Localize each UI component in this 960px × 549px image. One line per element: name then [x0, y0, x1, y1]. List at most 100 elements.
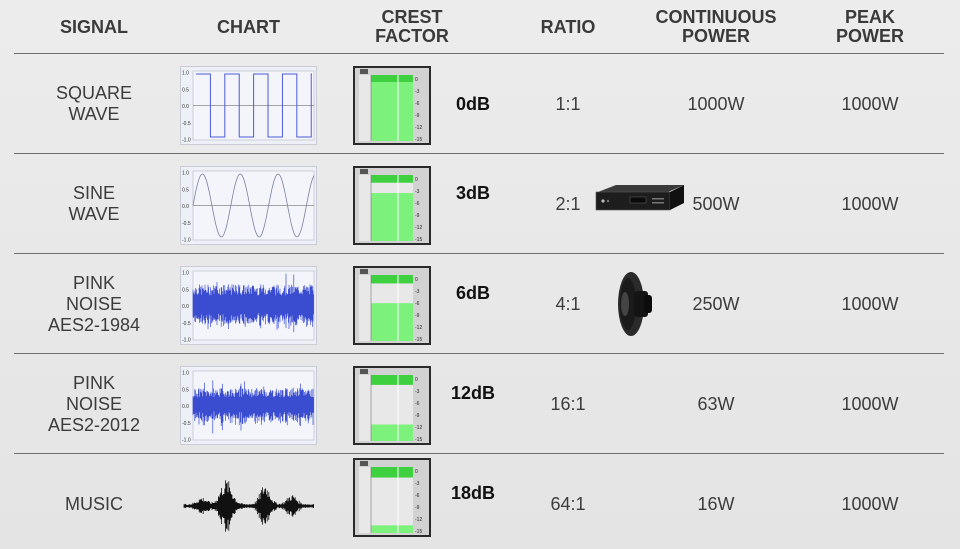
meter-level-fill: [371, 82, 413, 141]
signal-label: PINK NOISE AES2-2012: [47, 372, 141, 435]
axis-tick-label: 1.0: [182, 371, 189, 377]
axis-tick-label: 0.0: [182, 104, 189, 110]
meter-scale-label: 0: [415, 77, 418, 83]
axis-tick-label: 0.5: [182, 187, 189, 193]
meter-scale-label: -3: [415, 189, 420, 195]
table-row: SQUARE WAVE 1.0 0.5 0.0 -0.5 -1.0 0 -3 -6 -9 -12…: [0, 54, 960, 154]
peak-power-value: 1000W: [841, 493, 899, 514]
ratio-value: 4:1: [555, 293, 581, 314]
peak-power-value: 1000W: [841, 393, 899, 414]
meter-scale-label: -12: [415, 517, 422, 523]
ratio-value: 16:1: [550, 393, 586, 414]
meter-scale-label: -6: [415, 401, 420, 407]
axis-tick-label: 0.0: [182, 204, 189, 210]
crest-factor-value: 12dB: [450, 382, 495, 403]
speaker-icon: [360, 69, 368, 74]
axis-tick-label: -1.0: [182, 238, 191, 244]
axis-tick-label: -0.5: [182, 321, 191, 327]
meter-scale-label: -12: [415, 125, 422, 131]
peak-power-value: 1000W: [841, 93, 899, 114]
peak-power-value: 1000W: [841, 193, 899, 214]
speaker-icon: [360, 169, 368, 174]
meter-level-fill: [371, 525, 413, 533]
meter-scale-label: -3: [415, 89, 420, 95]
meter-scale-label: -6: [415, 201, 420, 207]
meter-scale-label: -12: [415, 225, 422, 231]
header-peak-power: PEAK POWER: [835, 7, 904, 46]
music-wave: [183, 480, 314, 532]
axis-tick-label: -0.5: [182, 421, 191, 427]
meter-scale-label: 0: [415, 277, 418, 283]
meter-scale-label: 0: [415, 377, 418, 383]
signal-label: PINK NOISE AES2-1984: [47, 272, 141, 335]
speaker-icon: [360, 269, 368, 274]
ratio-value: 1:1: [555, 93, 581, 114]
meter-peak-fill: [371, 75, 413, 82]
crest-factor-meter: 0 -3 -6 -9 -12 -15: [353, 366, 431, 445]
axis-tick-label: 1.0: [182, 171, 189, 177]
crest-factor-meter: 0 -3 -6 -9 -12 -15: [353, 266, 431, 345]
waveform-chart: 1.0 0.5 0.0 -0.5 -1.0: [180, 366, 317, 445]
crest-factor-meter: 0 -3 -6 -9 -12 -15: [353, 66, 431, 145]
axis-tick-label: 0.5: [182, 387, 189, 393]
waveform-chart: 1.0 0.5 0.0 -0.5 -1.0: [180, 266, 317, 345]
meter-scale-label: -9: [415, 505, 420, 511]
meter-level-fill: [371, 424, 413, 441]
meter-scale-label: -12: [415, 425, 422, 431]
table-header: SIGNAL CHART CREST FACTOR RATIO CONTINUO…: [0, 0, 960, 54]
header-chart: CHART: [217, 16, 280, 37]
waveform-chart: [182, 476, 316, 536]
continuous-power-value: 1000W: [687, 93, 745, 114]
table-row: PINK NOISE AES2-1984 1.0 0.5 0.0 -0.5 -1.0 0…: [0, 254, 960, 354]
meter-scale-label: -9: [415, 213, 420, 219]
meter-scale-label: -12: [415, 325, 422, 331]
crest-factor-value: 0dB: [455, 93, 490, 114]
axis-tick-label: -0.5: [182, 121, 191, 127]
continuous-power-value: 250W: [692, 293, 740, 314]
continuous-power-value: 500W: [692, 193, 740, 214]
axis-tick-label: 1.0: [182, 71, 189, 77]
axis-tick-label: 0.5: [182, 287, 189, 293]
table-row: MUSIC 0 -3 -6 -9 -12 -15 18dB 64:1 16W 1000W: [0, 454, 960, 549]
speaker-icon: [360, 369, 368, 374]
waveform-chart: 1.0 0.5 0.0 -0.5 -1.0: [180, 66, 317, 145]
continuous-power-value: 63W: [697, 393, 735, 414]
meter-scale-label: -15: [415, 237, 422, 243]
axis-tick-label: 0.5: [182, 87, 189, 93]
meter-level-fill: [371, 193, 413, 241]
meter-scale-label: -15: [415, 529, 422, 535]
table-row: SINE WAVE 1.0 0.5 0.0 -0.5 -1.0 0 -3 -6 -9 -12 -1…: [0, 154, 960, 254]
axis-tick-label: -1.0: [182, 438, 191, 444]
axis-tick-label: -1.0: [182, 338, 191, 344]
crest-factor-value: 6dB: [455, 282, 490, 303]
axis-tick-label: 1.0: [182, 271, 189, 277]
crest-factor-meter: 0 -3 -6 -9 -12 -15: [353, 166, 431, 245]
axis-tick-label: 0.0: [182, 404, 189, 410]
meter-scale-label: -6: [415, 301, 420, 307]
meter-scale-label: -15: [415, 337, 422, 343]
meter-scale-label: -9: [415, 413, 420, 419]
meter-scale-label: -15: [415, 437, 422, 443]
meter-scale-label: 0: [415, 177, 418, 183]
peak-power-value: 1000W: [841, 293, 899, 314]
meter-scale-label: -6: [415, 101, 420, 107]
axis-tick-label: -1.0: [182, 138, 191, 144]
axis-tick-label: -0.5: [182, 221, 191, 227]
continuous-power-value: 16W: [697, 493, 735, 514]
meter-peak-fill: [371, 467, 413, 478]
crest-factor-meter: 0 -3 -6 -9 -12 -15: [353, 458, 431, 537]
waveform-chart: 1.0 0.5 0.0 -0.5 -1.0: [180, 166, 317, 245]
crest-factor-value: 18dB: [450, 482, 495, 503]
signal-label: SQUARE WAVE: [55, 83, 133, 124]
table-row: PINK NOISE AES2-2012 1.0 0.5 0.0 -0.5 -1.0 0…: [0, 354, 960, 454]
meter-scale-label: -6: [415, 493, 420, 499]
signal-label: SINE WAVE: [68, 183, 120, 224]
meter-scale-label: -3: [415, 289, 420, 295]
crest-factor-value: 3dB: [455, 182, 490, 203]
meter-scale-label: -9: [415, 313, 420, 319]
axis-tick-label: 0.0: [182, 304, 189, 310]
meter-peak-fill: [371, 375, 413, 385]
header-signal: SIGNAL: [59, 16, 128, 37]
meter-scale-label: -3: [415, 481, 420, 487]
header-continuous-power: CONTINUOUS POWER: [655, 7, 777, 46]
